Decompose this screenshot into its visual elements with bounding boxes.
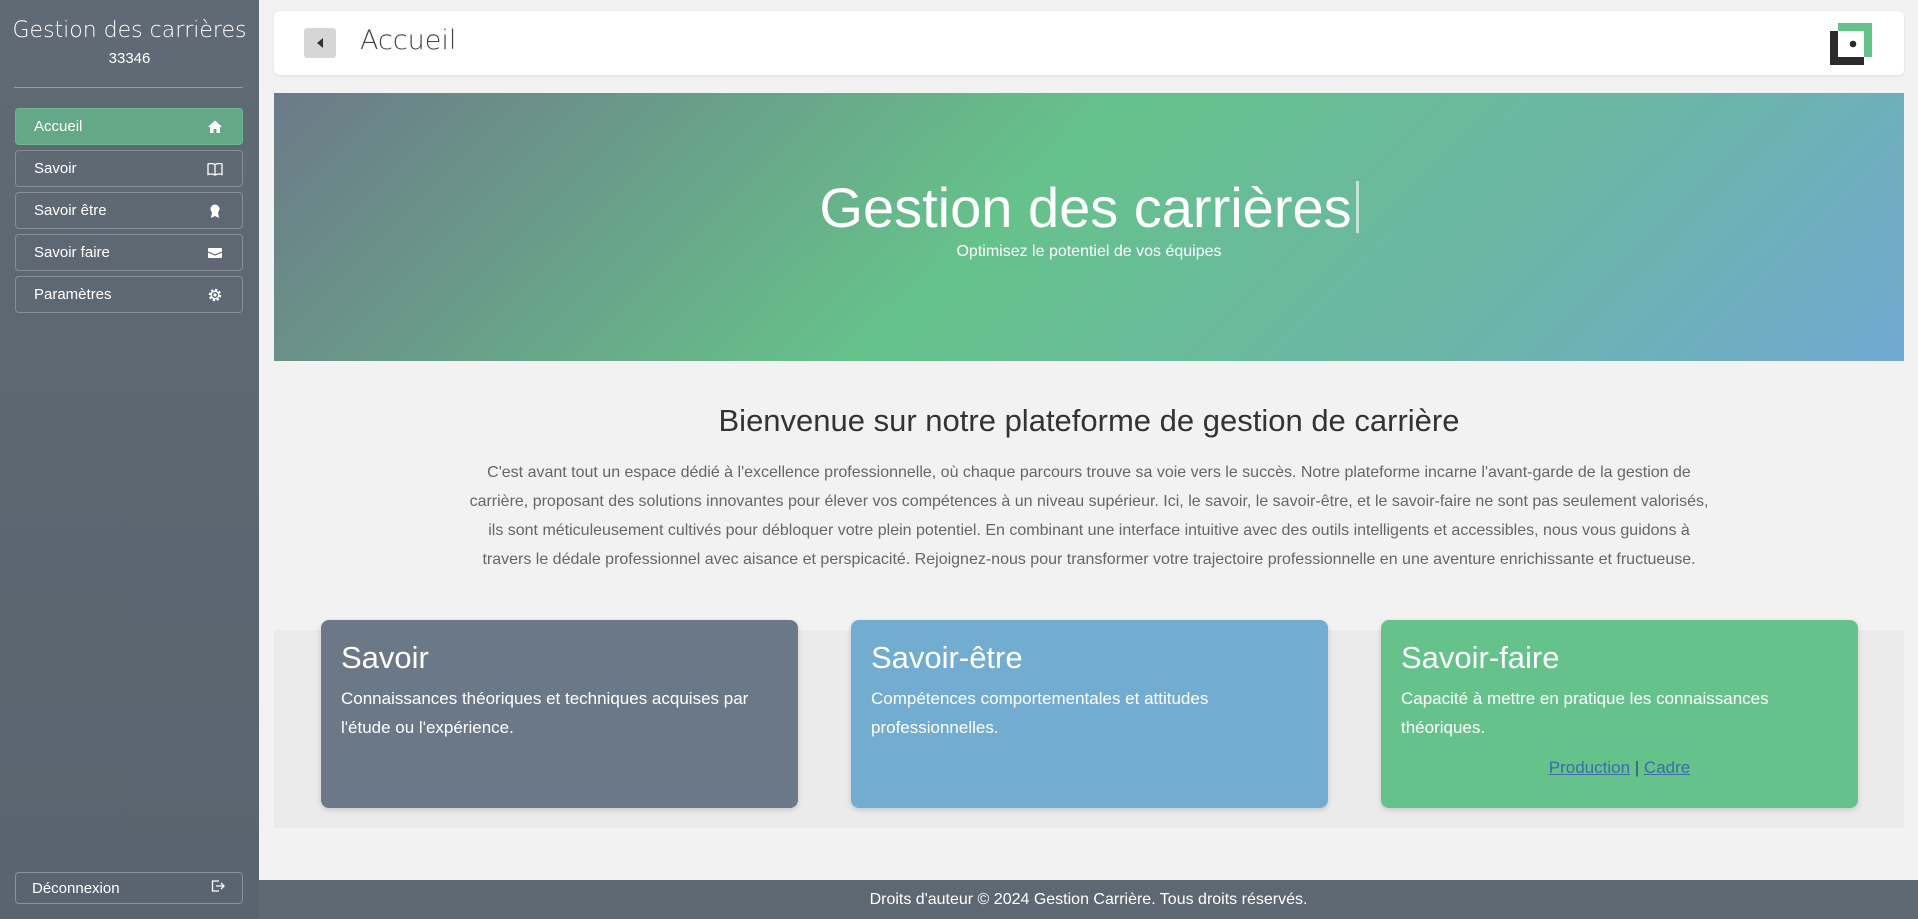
card-title: Savoir — [341, 640, 429, 675]
user-id: 33346 — [108, 50, 151, 67]
production-link[interactable]: Production — [1549, 758, 1630, 777]
typing-caret — [1355, 181, 1359, 233]
card-savoir-etre[interactable]: Savoir-être Compétences comportementales… — [851, 620, 1328, 808]
app-logo — [1830, 23, 1872, 65]
footer: Droits d'auteur © 2024 Gestion Carrière.… — [259, 880, 1918, 919]
sidebar-item-label: Savoir faire — [34, 244, 110, 261]
sidebar-item-accueil[interactable]: Accueil — [15, 108, 243, 145]
card-text: Compétences comportementales et attitude… — [871, 689, 1209, 737]
sidebar-divider — [14, 87, 243, 88]
page-title: Accueil — [360, 25, 457, 56]
home-icon — [206, 118, 224, 136]
sidebar-item-label: Savoir — [34, 160, 77, 177]
logout-icon — [210, 878, 226, 898]
welcome-text: C'est avant tout un espace dédié à l'exc… — [469, 464, 1709, 568]
hero-title: Gestion des carrières — [274, 175, 1904, 240]
sidebar-item-savoir-faire[interactable]: Savoir faire — [15, 234, 243, 271]
gear-icon — [206, 286, 224, 304]
link-separator: | — [1634, 758, 1640, 777]
hero-banner: Gestion des carrières Optimisez le poten… — [274, 93, 1904, 361]
card-title: Savoir-être — [871, 640, 1023, 675]
sidebar-item-label: Accueil — [34, 118, 83, 135]
hero-subtitle: Optimisez le potentiel de vos équipes — [956, 243, 1222, 260]
card-links: Production | Cadre — [1401, 758, 1838, 778]
sidebar-item-parametres[interactable]: Paramètres — [15, 276, 243, 313]
card-text: Capacité à mettre en pratique les connai… — [1401, 689, 1769, 737]
top-bar: Accueil — [274, 11, 1904, 75]
briefcase-icon — [206, 244, 224, 262]
caret-left-icon — [317, 38, 323, 48]
logout-button[interactable]: Déconnexion — [15, 872, 243, 904]
card-savoir-faire[interactable]: Savoir-faire Capacité à mettre en pratiq… — [1381, 620, 1858, 808]
sidebar: Gestion des carrières 33346 Accueil Savo… — [0, 0, 259, 919]
card-title: Savoir-faire — [1401, 640, 1560, 675]
sidebar-item-label: Savoir être — [34, 202, 107, 219]
hero-title-text: Gestion des carrières — [819, 176, 1352, 239]
logout-label: Déconnexion — [32, 879, 120, 897]
welcome-title: Bienvenue sur notre plateforme de gestio… — [718, 403, 1460, 438]
book-icon — [206, 160, 224, 178]
sidebar-item-label: Paramètres — [34, 286, 112, 303]
sidebar-item-savoir[interactable]: Savoir — [15, 150, 243, 187]
card-savoir[interactable]: Savoir Connaissances théoriques et techn… — [321, 620, 798, 808]
cadre-link[interactable]: Cadre — [1644, 758, 1690, 777]
award-icon — [206, 202, 224, 220]
collapse-sidebar-button[interactable] — [304, 28, 336, 58]
app-title: Gestion des carrières — [12, 18, 247, 43]
card-text: Connaissances théoriques et techniques a… — [341, 689, 749, 737]
sidebar-item-savoir-etre[interactable]: Savoir être — [15, 192, 243, 229]
